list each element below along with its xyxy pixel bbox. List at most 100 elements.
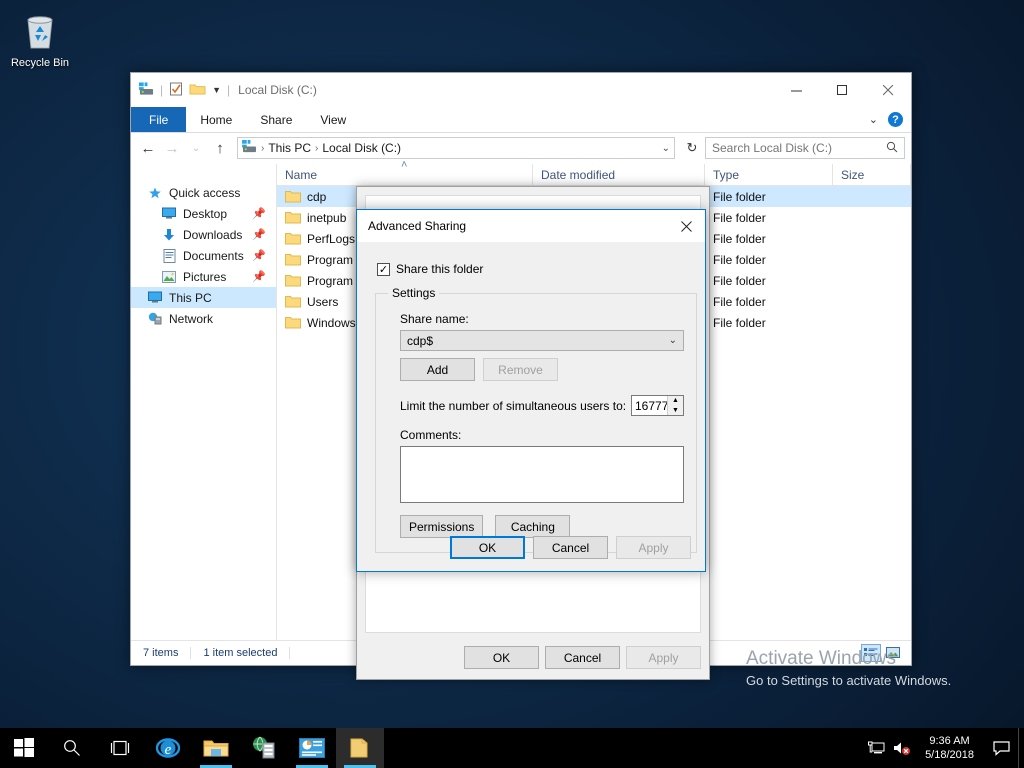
taskbar-clock[interactable]: 9:36 AM 5/18/2018 [915, 734, 984, 762]
customize-chevron-icon[interactable]: ▼ [212, 85, 221, 95]
permissions-caching-buttons[interactable]: Permissions Caching [400, 515, 684, 538]
action-center-icon[interactable] [984, 728, 1018, 768]
close-button[interactable] [865, 73, 911, 107]
maximize-button[interactable] [819, 73, 865, 107]
breadcrumb-item-this-pc[interactable]: This PC [268, 141, 311, 155]
tab-file[interactable]: File [131, 107, 186, 132]
comments-textarea[interactable] [400, 446, 684, 503]
navigation-bar[interactable]: ← → ⌄ ↑ › This PC › Local Disk (C:) [131, 133, 911, 163]
properties-apply-button[interactable]: Apply [626, 646, 701, 669]
properties-cancel-button[interactable]: Cancel [545, 646, 620, 669]
pin-icon[interactable]: 📌 [252, 249, 266, 262]
properties-dialog-buttons[interactable]: OK Cancel Apply [464, 646, 701, 669]
taskbar-file-explorer-window-icon[interactable] [336, 728, 384, 768]
caching-button[interactable]: Caching [495, 515, 570, 538]
qat-separator: | [160, 83, 163, 97]
taskbar-file-explorer-icon[interactable] [192, 728, 240, 768]
taskbar-internet-explorer-icon[interactable]: e [144, 728, 192, 768]
this-pc-icon[interactable] [139, 82, 154, 99]
task-view-icon[interactable] [96, 728, 144, 768]
spinner-arrows[interactable]: ▲ ▼ [667, 396, 683, 415]
help-icon[interactable]: ? [888, 112, 903, 127]
ribbon-tab-strip[interactable]: File Home Share View ⌄ ? [131, 107, 911, 133]
taskbar-powerpoint-icon[interactable] [288, 728, 336, 768]
sort-ascending-icon: ˄ [401, 159, 407, 171]
column-header-name[interactable]: Name ˄ [277, 164, 533, 186]
share-this-folder-checkbox[interactable]: ✓ Share this folder [377, 262, 689, 276]
window-title: Local Disk (C:) [238, 83, 317, 97]
file-name: Windows [307, 316, 356, 330]
dialog-title: Advanced Sharing [368, 219, 466, 233]
system-tray[interactable]: 9:36 AM 5/18/2018 [863, 728, 1024, 768]
desktop-icon-recycle-bin[interactable]: Recycle Bin [8, 10, 72, 69]
pin-icon[interactable]: 📌 [252, 270, 266, 283]
sidebar-item-quick-access[interactable]: Quick access [131, 182, 276, 203]
refresh-button[interactable]: ↻ [681, 137, 703, 159]
sidebar-item-network[interactable]: Network [131, 308, 276, 329]
dialog-title-bar[interactable]: Advanced Sharing [357, 210, 705, 242]
pin-icon[interactable]: 📌 [252, 228, 266, 241]
recent-locations-button[interactable]: ⌄ [185, 137, 207, 159]
show-desktop-button[interactable] [1018, 728, 1024, 768]
folder-icon [285, 295, 301, 308]
sidebar-item-downloads[interactable]: Downloads 📌 [131, 224, 276, 245]
add-button[interactable]: Add [400, 358, 475, 381]
advanced-sharing-dialog[interactable]: Advanced Sharing ✓ Share this folder Set… [356, 209, 706, 572]
dialog-close-button[interactable] [667, 210, 705, 242]
navigation-pane[interactable]: Quick access Desktop 📌 Downloads 📌 [131, 164, 276, 640]
sidebar-item-this-pc[interactable]: This PC [131, 287, 276, 308]
ok-button[interactable]: OK [450, 536, 525, 559]
breadcrumb-item-local-disk[interactable]: Local Disk (C:) [322, 141, 401, 155]
spinner-down-icon[interactable]: ▼ [668, 406, 683, 416]
share-name-combobox[interactable]: cdp$ ⌄ [400, 330, 684, 351]
user-limit-value[interactable]: 16777 [632, 396, 667, 415]
spinner-up-icon[interactable]: ▲ [668, 396, 683, 406]
sidebar-item-desktop[interactable]: Desktop 📌 [131, 203, 276, 224]
tab-view[interactable]: View [306, 107, 360, 132]
taskbar[interactable]: e [0, 728, 1024, 768]
chevron-down-icon[interactable]: ⌄ [669, 335, 677, 346]
taskbar-server-manager-icon[interactable] [240, 728, 288, 768]
window-controls[interactable] [773, 73, 911, 107]
sidebar-item-pictures[interactable]: Pictures 📌 [131, 266, 276, 287]
properties-ok-button[interactable]: OK [464, 646, 539, 669]
properties-icon[interactable] [169, 82, 183, 99]
column-header-size[interactable]: Size [833, 164, 911, 186]
share-name-buttons[interactable]: Add Remove [400, 358, 684, 381]
new-folder-icon[interactable] [189, 82, 206, 99]
remove-button[interactable]: Remove [483, 358, 558, 381]
sidebar-item-documents[interactable]: Documents 📌 [131, 245, 276, 266]
tab-share[interactable]: Share [246, 107, 306, 132]
tab-home[interactable]: Home [186, 107, 246, 132]
up-button[interactable]: ↑ [209, 137, 231, 159]
column-header-type[interactable]: Type [705, 164, 833, 186]
column-header-date-modified[interactable]: Date modified [533, 164, 705, 186]
search-input[interactable]: Search Local Disk (C:) [705, 137, 905, 159]
volume-muted-icon[interactable] [889, 728, 915, 768]
network-icon[interactable] [863, 728, 889, 768]
cancel-button[interactable]: Cancel [533, 536, 608, 559]
window-title-bar[interactable]: | ▼ | Local Disk (C:) [131, 73, 911, 107]
apply-button[interactable]: Apply [616, 536, 691, 559]
permissions-button[interactable]: Permissions [400, 515, 483, 538]
back-button[interactable]: ← [137, 137, 159, 159]
file-type-cell: File folder [705, 295, 833, 309]
start-button[interactable] [0, 728, 48, 768]
minimize-button[interactable] [773, 73, 819, 107]
address-bar[interactable]: › This PC › Local Disk (C:) ⌄ [237, 137, 675, 159]
pictures-icon [161, 269, 177, 285]
address-chevron-down-icon[interactable]: ⌄ [662, 143, 670, 154]
status-item-count: 7 items [131, 647, 191, 659]
expand-ribbon-icon[interactable]: ⌄ [869, 113, 878, 126]
forward-button[interactable]: → [161, 137, 183, 159]
folder-icon [285, 232, 301, 245]
checkbox-box[interactable]: ✓ [377, 263, 390, 276]
user-limit-spinner[interactable]: 16777 ▲ ▼ [631, 395, 684, 416]
dialog-footer-buttons[interactable]: OK Cancel Apply [450, 536, 691, 559]
quick-access-toolbar[interactable]: | ▼ | [139, 82, 230, 99]
user-limit-row[interactable]: Limit the number of simultaneous users t… [400, 395, 684, 416]
pin-icon[interactable]: 📌 [252, 207, 266, 220]
desktop[interactable]: Recycle Bin | [0, 0, 1024, 768]
column-headers[interactable]: Name ˄ Date modified Type Size [277, 164, 911, 186]
search-icon[interactable] [48, 728, 96, 768]
